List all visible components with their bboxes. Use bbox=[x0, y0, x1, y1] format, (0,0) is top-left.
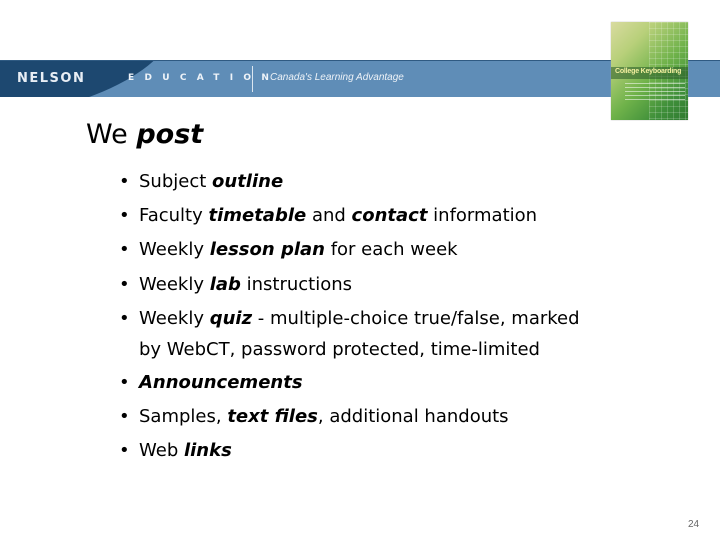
bullet-item: Samples, text files, additional handouts bbox=[116, 401, 586, 433]
bullet-item: Faculty timetable and contact informatio… bbox=[116, 200, 586, 232]
brand-tagline: Canada's Learning Advantage bbox=[270, 72, 404, 83]
bullet-item: Weekly quiz - multiple-choice true/false… bbox=[116, 303, 586, 365]
bullet-text: Subject bbox=[139, 171, 213, 192]
slide-title-plain: We bbox=[86, 119, 137, 150]
page-number: 24 bbox=[688, 519, 700, 530]
bullet-emphasis: timetable bbox=[208, 205, 307, 227]
bullet-emphasis: lab bbox=[209, 273, 241, 295]
book-cover-subtext bbox=[625, 83, 685, 101]
bullet-text: Weekly bbox=[139, 273, 210, 295]
bullet-text: , additional handouts bbox=[317, 406, 509, 428]
bullet-emphasis: text files bbox=[227, 406, 318, 428]
bullet-text: Web bbox=[139, 440, 184, 462]
bullet-emphasis: links bbox=[183, 440, 232, 462]
bullet-emphasis: quiz bbox=[209, 307, 253, 329]
bullet-emphasis: lesson plan bbox=[209, 239, 325, 261]
bullet-emphasis: Announcements bbox=[139, 371, 303, 393]
bullet-text: Faculty bbox=[139, 205, 209, 227]
bullet-item: Announcements bbox=[116, 367, 586, 399]
bullet-emphasis: outline bbox=[212, 171, 284, 192]
slide-title: We post bbox=[86, 119, 203, 150]
bullet-item: Weekly lesson plan for each week bbox=[116, 234, 586, 266]
bullet-text: Samples, bbox=[139, 406, 228, 428]
bullet-text: and bbox=[306, 205, 352, 227]
brand-division: EDUCATION bbox=[128, 73, 280, 83]
bullet-text: information bbox=[427, 205, 538, 227]
bullet-item: Weekly lab instructions bbox=[116, 269, 586, 301]
bullet-text: instructions bbox=[240, 273, 353, 295]
bullet-item: Subject outline bbox=[116, 166, 586, 198]
bullet-text: Weekly bbox=[139, 239, 210, 261]
bullet-text: for each week bbox=[324, 239, 458, 261]
bullet-list: Subject outlineFaculty timetable and con… bbox=[116, 166, 586, 470]
banner-divider bbox=[252, 66, 253, 92]
bullet-emphasis: contact bbox=[351, 205, 428, 227]
book-cover-title: College Keyboarding bbox=[615, 68, 682, 75]
bullet-item: Web links bbox=[116, 435, 586, 467]
slide-title-emphasis: post bbox=[136, 119, 204, 150]
book-cover-image: College Keyboarding bbox=[611, 22, 688, 120]
bullet-text: Weekly bbox=[139, 307, 210, 329]
brand-logo-nelson: NELSON bbox=[17, 71, 86, 86]
